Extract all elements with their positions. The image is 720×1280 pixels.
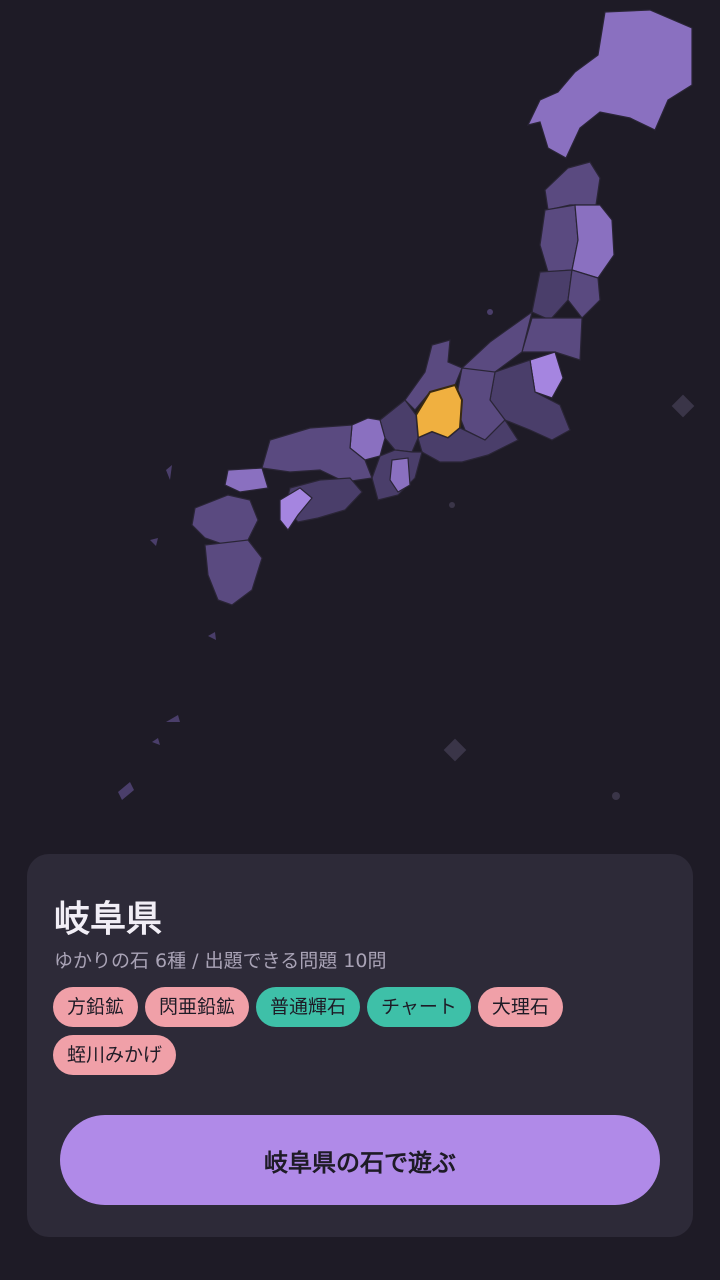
stone-chip[interactable]: 閃亜鉛鉱 [145,987,250,1027]
prefecture-kyushu-north[interactable] [191,494,259,546]
island-ryukyu-2 [166,715,180,722]
prefecture-yamagata[interactable] [531,269,573,321]
island-ryukyu-3 [152,738,160,745]
island-minamitori [612,792,620,800]
prefecture-aomori[interactable] [544,161,601,211]
prefecture-kyushu-south[interactable] [204,539,263,606]
stone-chip[interactable]: チャート [367,987,471,1027]
stone-chips: 方鉛鉱 閃亜鉛鉱 普通輝石 チャート 大理石蛭川みかげ [53,987,653,1075]
stone-chip[interactable]: 蛭川みかげ [53,1035,177,1075]
prefecture-hokkaido[interactable] [526,9,693,159]
stone-chip[interactable]: 普通輝石 [256,987,361,1027]
prefecture-iwate[interactable] [571,204,615,279]
island-oki [449,502,455,508]
island-sado [487,309,493,315]
prefecture-akita[interactable] [539,204,579,273]
island-goto [150,538,158,546]
island-tsushima [166,465,172,480]
prefecture-detail-card: 岐阜県 ゆかりの石 6種 / 出題できる問題 10問 方鉛鉱 閃亜鉛鉱 普通輝石 チャ… [27,854,693,1237]
prefecture-title: 岐阜県 [54,899,163,940]
prefecture-summary: ゆかりの石 6種 / 出題できる問題 10問 [54,950,387,972]
prefecture-yamaguchi[interactable] [224,467,269,493]
stone-chip[interactable]: 大理石 [477,987,563,1027]
island-izu [671,394,695,418]
island-ogasawara [443,738,467,762]
island-ryukyu-4 [118,782,134,800]
japan-map[interactable] [0,0,720,850]
play-button[interactable]: 岐阜県の石で遊ぶ [60,1115,660,1205]
stone-chip[interactable]: 方鉛鉱 [53,987,139,1027]
prefecture-miyagi[interactable] [567,269,601,319]
island-ryukyu-1 [208,632,216,640]
